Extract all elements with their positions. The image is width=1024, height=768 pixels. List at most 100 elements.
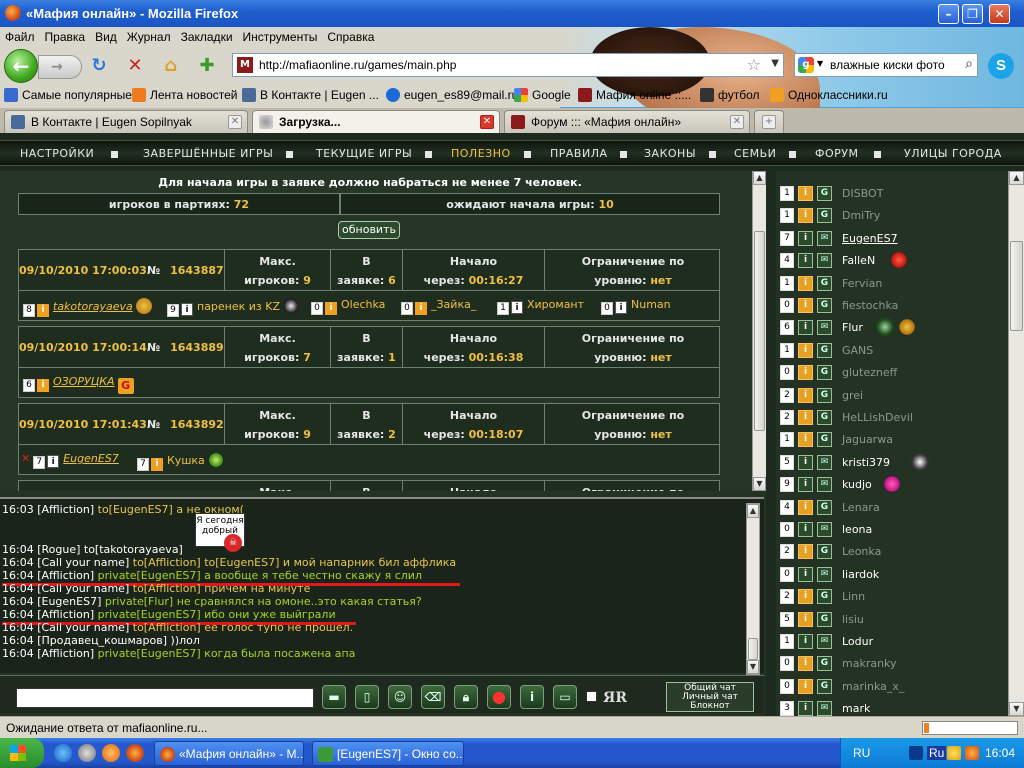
player-name[interactable]: DmiTry xyxy=(842,209,880,222)
add-bookmark-icon[interactable]: ✚ xyxy=(196,55,218,77)
forward-button[interactable]: → xyxy=(38,55,82,79)
player-name[interactable]: GANS xyxy=(842,344,873,357)
smiley-icon[interactable]: ☺ xyxy=(388,685,412,709)
title-bar[interactable]: «Мафия онлайн» - Mozilla Firefox – ❐ ✕ xyxy=(0,0,1024,27)
info-icon[interactable]: i xyxy=(415,302,427,315)
scroll-up-icon[interactable]: ▲ xyxy=(1009,171,1024,185)
info-icon[interactable]: i xyxy=(798,410,813,425)
info-icon[interactable]: i xyxy=(37,304,49,317)
bookmark-mafia[interactable]: Мафия online ::... xyxy=(578,88,691,102)
info-icon[interactable]: i xyxy=(798,544,813,560)
info-icon[interactable]: i xyxy=(325,302,337,315)
bookmark-mail[interactable]: eugen_es89@mail.ru xyxy=(386,88,518,102)
scroll-thumb[interactable] xyxy=(748,638,758,660)
info-icon[interactable]: i xyxy=(798,432,813,448)
chevron-down-icon[interactable]: ▼ xyxy=(771,58,779,69)
player-entry[interactable]: 0 i Numan xyxy=(601,298,671,315)
translit-checkbox[interactable] xyxy=(586,691,597,702)
minimize-button[interactable]: – xyxy=(938,4,959,24)
game-card[interactable]: 09/10/2010 17:01:43 № 1643892 Макс. игрок… xyxy=(18,403,720,475)
speech-bubble-icon[interactable]: ▬ xyxy=(322,685,346,709)
info-icon[interactable]: i xyxy=(798,253,813,269)
info-icon[interactable]: i xyxy=(798,701,813,716)
envelope-icon[interactable]: ✉ xyxy=(817,477,832,493)
player-name[interactable]: Fervian xyxy=(842,277,882,290)
player-name[interactable]: FalleN xyxy=(842,254,875,267)
page-scrollbar[interactable]: ▲ ▼ xyxy=(1008,171,1024,716)
nav-useful[interactable]: ПОЛЕЗНО xyxy=(451,147,511,160)
guest-icon[interactable]: G xyxy=(817,432,832,448)
menu-history[interactable]: Журнал xyxy=(122,27,176,44)
info-icon[interactable]: i xyxy=(47,455,60,468)
info-icon[interactable]: i xyxy=(798,589,813,605)
task-firefox[interactable]: «Мафия онлайн» - M... xyxy=(154,741,304,766)
address-bar[interactable]: M http://mafiaonline.ru/games/main.php ☆… xyxy=(232,53,784,77)
info-icon[interactable]: i xyxy=(798,298,813,313)
info-icon[interactable]: i xyxy=(798,186,813,201)
skype-icon[interactable]: S xyxy=(988,53,1014,79)
lock-icon[interactable]: 🔒︎ xyxy=(454,685,478,709)
guest-icon[interactable]: G xyxy=(817,365,832,381)
info-icon[interactable]: i xyxy=(798,678,813,694)
menu-view[interactable]: Вид xyxy=(90,27,122,44)
info-icon[interactable]: i xyxy=(798,365,813,381)
player-entry[interactable]: 0 i _Зайка_ xyxy=(401,298,476,315)
bookmark-odnoklassniki[interactable]: Одноклассники.ru xyxy=(770,88,888,102)
player-name[interactable]: kudjo xyxy=(842,478,872,491)
info-icon[interactable]: i xyxy=(798,208,813,224)
nav-forum[interactable]: ФОРУМ xyxy=(815,147,858,160)
bookmark-star-icon[interactable]: ☆ xyxy=(747,55,761,74)
player-name[interactable]: HeLLishDevil xyxy=(842,411,913,424)
info-icon[interactable]: i xyxy=(798,499,813,515)
game-card[interactable]: 09/10/2010 17:00:14 № 1643889 Макс. игрок… xyxy=(18,326,720,398)
player-name[interactable]: marinka_x_ xyxy=(842,680,904,693)
new-tab-button[interactable]: + xyxy=(754,110,784,133)
keyboard-icon[interactable] xyxy=(909,746,923,760)
language-bar[interactable]: Ru xyxy=(927,746,947,760)
translit-toggle[interactable]: ЯR xyxy=(586,690,627,706)
game-card[interactable]: Макс. В Начало Ограничение по xyxy=(18,480,720,491)
info-icon[interactable]: i xyxy=(615,301,627,314)
info-icon[interactable]: i xyxy=(798,342,813,358)
nav-finished-games[interactable]: ЗАВЕРШЁННЫЕ ИГРЫ xyxy=(143,147,273,160)
scroll-down-icon[interactable]: ▼ xyxy=(747,660,759,674)
scroll-thumb[interactable] xyxy=(1010,241,1023,331)
menu-edit[interactable]: Правка xyxy=(40,27,91,44)
info-icon[interactable]: i xyxy=(798,611,813,627)
guest-icon[interactable]: G xyxy=(817,208,832,224)
info-icon[interactable]: i xyxy=(798,522,813,537)
close-tab-icon[interactable]: ✕ xyxy=(730,115,744,129)
reload-icon[interactable]: ↻ xyxy=(88,55,110,77)
search-icon[interactable]: ⌕ xyxy=(965,56,973,72)
refresh-button[interactable]: обновить xyxy=(338,221,400,239)
games-scrollbar[interactable]: ▲ ▼ xyxy=(752,171,766,491)
close-tab-icon[interactable]: ✕ xyxy=(228,115,242,129)
guest-icon[interactable]: G xyxy=(817,611,832,627)
monitor-icon[interactable]: ▭ xyxy=(553,685,577,709)
player-entry[interactable]: 1 i Хиромант xyxy=(497,298,584,315)
maximize-button[interactable]: ❐ xyxy=(962,4,983,24)
bookmark-most-visited[interactable]: Самые популярные xyxy=(4,88,132,102)
guest-icon[interactable]: G xyxy=(817,298,832,313)
player-name[interactable]: Leonka xyxy=(842,545,881,558)
guest-icon[interactable]: G xyxy=(817,275,832,291)
back-button[interactable]: ← xyxy=(4,49,38,83)
tab-vkontakte[interactable]: В Контакте | Eugen Sopilnyak ✕ xyxy=(4,110,248,133)
search-engine-chevron-icon[interactable]: ▼ xyxy=(817,59,823,68)
chat-scrollbar[interactable]: ▲ ▼ xyxy=(746,503,760,675)
info-icon[interactable]: i xyxy=(798,566,813,582)
envelope-icon[interactable]: ✉ xyxy=(817,454,832,470)
envelope-icon[interactable]: ✉ xyxy=(817,253,832,269)
guest-icon[interactable]: G xyxy=(817,678,832,694)
ie-icon[interactable] xyxy=(54,744,72,762)
media-player-icon[interactable] xyxy=(78,744,96,762)
bookmark-vkontakte[interactable]: В Контакте | Eugen ... xyxy=(242,88,379,102)
player-name[interactable]: EugenES7 xyxy=(842,232,898,245)
guest-icon[interactable]: G xyxy=(817,656,832,672)
guest-icon[interactable]: G xyxy=(817,544,832,560)
nav-rules[interactable]: ПРАВИЛА xyxy=(550,147,608,160)
phone-icon[interactable]: ▯ xyxy=(355,685,379,709)
player-name[interactable]: Lenara xyxy=(842,501,880,514)
tab-loading[interactable]: Загрузка... ✕ xyxy=(252,110,500,133)
info-icon[interactable]: i xyxy=(181,303,193,316)
